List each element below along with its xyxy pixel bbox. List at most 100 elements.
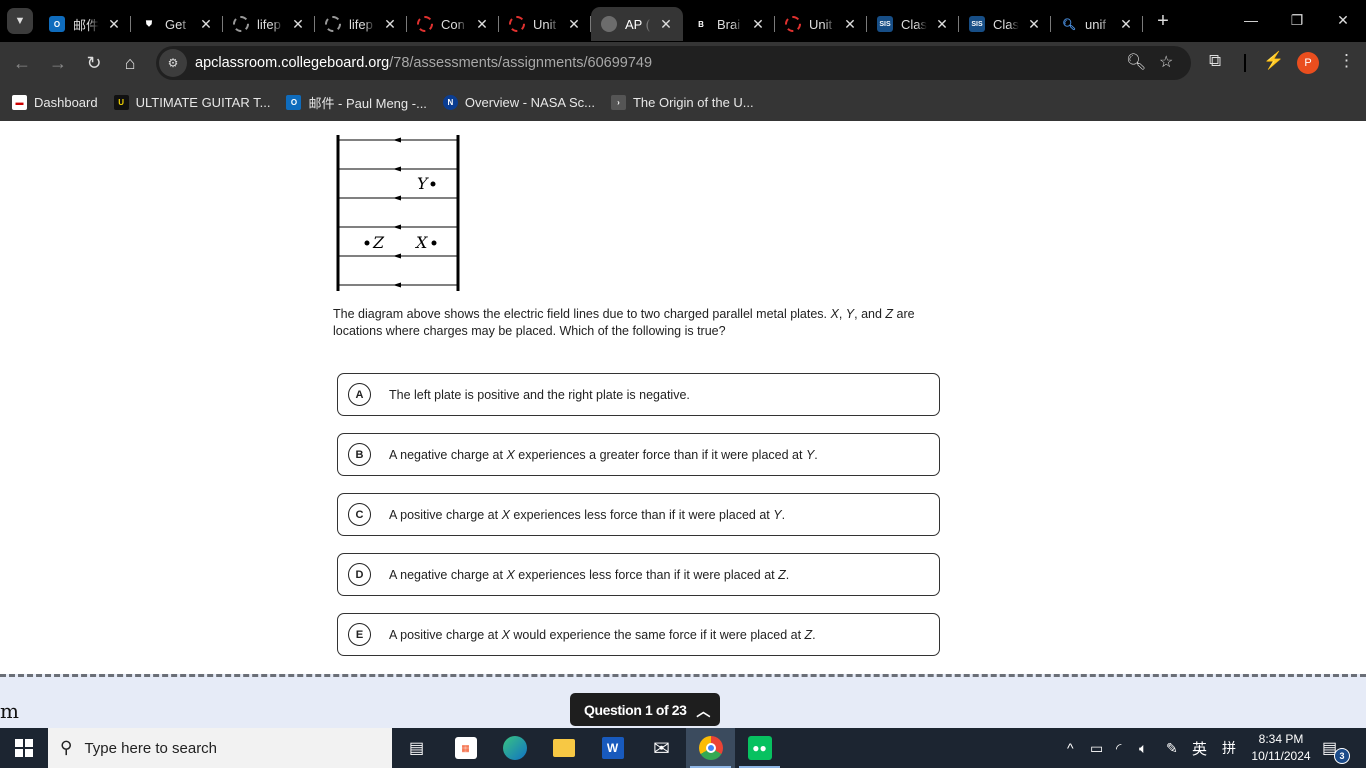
browser-tab[interactable]: lifep ✕ [223,7,315,41]
bookmark-icon: › [610,95,626,110]
taskbar-word[interactable]: W [588,728,637,768]
minimize-button[interactable]: — [1228,0,1274,40]
taskbar-store[interactable]: ▦ [441,728,490,768]
outlook-icon: O [49,16,65,32]
notifications-button[interactable]: ▤ 3 [1322,738,1350,764]
extensions-icon[interactable]: ⧉ [1209,51,1221,71]
close-tab-icon[interactable]: ✕ [291,16,305,33]
choice-text-part: A negative charge at [389,567,507,582]
task-view-button[interactable]: ▤ [392,728,441,768]
field-line [338,195,458,201]
arrow-right-icon: → [49,52,67,73]
browser-tab[interactable]: SIS Clas ✕ [867,7,959,41]
show-hidden-icons[interactable]: ^ [1067,728,1074,768]
bookmark-item[interactable]: U ULTIMATE GUITAR T... [113,95,270,110]
globe-icon [601,16,617,32]
browser-tab[interactable]: lifep ✕ [315,7,407,41]
bookmark-item[interactable]: O 邮件 - Paul Meng -... [286,93,427,112]
choice-letter-badge: D [348,563,371,586]
taskbar-file-explorer[interactable] [539,728,588,768]
close-tab-icon[interactable]: ✕ [935,16,949,33]
tab-title: Unit [809,16,833,32]
restore-button[interactable]: ❐ [1274,0,1320,40]
variable: X [501,507,510,522]
point-z [364,240,370,246]
reload-button[interactable]: ↻ [76,45,112,81]
taskbar-wechat[interactable]: ●● [735,728,784,768]
tab-search-button[interactable]: ▼ [7,8,33,34]
zoom-icon[interactable]: 🔍︎ [1126,52,1146,72]
tab-title: Clas [901,16,927,32]
site-info-icon[interactable]: ⚙ [159,49,187,77]
close-tab-icon[interactable]: ✕ [107,16,121,33]
forward-button[interactable]: → [40,45,76,81]
battery-icon[interactable]: ▭ [1090,728,1103,768]
taskbar-search-box[interactable]: ⚲ Type here to search [48,728,392,768]
browser-tab[interactable]: 🔍︎ unif ✕ [1051,7,1143,41]
brainly-icon: B [698,19,704,29]
bookmark-star-icon[interactable]: ☆ [1159,52,1173,72]
pen-icon[interactable]: ✎ [1166,728,1178,768]
browser-tab[interactable]: Unit ✕ [499,7,591,41]
chevron-up-icon: ︿ [696,703,710,719]
variable: Y [773,507,782,522]
close-tab-icon[interactable]: ✕ [1027,16,1041,33]
acorn-icon: ⛊ [146,19,152,28]
close-window-button[interactable]: ✕ [1320,0,1366,40]
bookmark-item[interactable]: › The Origin of the U... [610,95,754,110]
question-navigator-button[interactable]: Question 1 of 23 ︿ [570,693,720,726]
ime-mode-indicator[interactable]: 拼 [1222,728,1236,768]
browser-tab[interactable]: ⛊ Get ✕ [131,7,223,41]
chrome-icon [698,736,723,760]
taskbar-edge[interactable] [490,728,539,768]
edge-icon [502,736,527,760]
close-tab-icon[interactable]: ✕ [383,16,397,33]
close-tab-icon[interactable]: ✕ [567,16,581,33]
url-path: /78/assessments/assignments/60699749 [389,55,653,71]
close-tab-icon[interactable]: ✕ [1119,16,1133,33]
profile-avatar[interactable]: P [1297,52,1319,74]
wifi-icon[interactable]: ◜ [1116,728,1121,768]
back-button[interactable]: ← [4,45,40,81]
close-tab-icon[interactable]: ✕ [843,16,857,33]
browser-tab[interactable]: Con ✕ [407,7,499,41]
browser-tab[interactable]: B Brai ✕ [683,7,775,41]
browser-tab[interactable]: Unit ✕ [775,7,867,41]
toolbar-divider [1244,54,1246,72]
address-bar[interactable]: ⚙ apclassroom.collegeboard.org/78/assess… [156,46,1191,80]
choice-letter-badge: B [348,443,371,466]
bookmark-item[interactable]: N Overview - NASA Sc... [442,95,595,110]
tab-title: Unit [533,16,557,32]
new-tab-button[interactable]: + [1151,10,1175,33]
browser-tab[interactable]: AP ( ✕ [591,7,683,41]
taskbar-mail[interactable]: ✉ [637,728,686,768]
taskbar-chrome[interactable] [686,728,735,768]
answer-choice-a[interactable]: A The left plate is positive and the righ… [337,373,940,416]
choice-text-part: experiences a greater force than if it w… [514,447,806,462]
close-tab-icon[interactable]: ✕ [199,16,213,33]
tab-title: AP ( [625,16,651,32]
url-text[interactable]: apclassroom.collegeboard.org/78/assessme… [195,55,652,71]
choice-text-part: . [814,447,818,462]
performance-leaf-icon[interactable]: ⚡ [1263,51,1284,71]
start-button[interactable] [0,728,48,768]
bookmark-label: Overview - NASA Sc... [464,95,595,110]
close-tab-icon[interactable]: ✕ [659,16,673,33]
answer-choice-e[interactable]: E A positive charge at X would experience… [337,613,940,656]
menu-kebab-icon[interactable]: ⋮ [1338,51,1355,71]
tab-title: Clas [993,16,1019,32]
answer-choice-c[interactable]: C A positive charge at X experiences less… [337,493,940,536]
answer-choice-b[interactable]: B A negative charge at X experiences a gr… [337,433,940,476]
answer-choice-d[interactable]: D A negative charge at X experiences less… [337,553,940,596]
ime-language-indicator[interactable]: 英 [1192,728,1207,768]
task-view-icon: ▤ [408,740,425,757]
browser-tab[interactable]: SIS Clas ✕ [959,7,1051,41]
clock[interactable]: 8:34 PM 10/11/2024 [1243,731,1319,765]
home-button[interactable]: ⌂ [112,45,148,81]
field-line [338,224,458,230]
close-tab-icon[interactable]: ✕ [751,16,765,33]
volume-icon[interactable]: 🔈︎ [1139,728,1147,768]
browser-tab[interactable]: O 邮件 ✕ [39,7,131,41]
bookmark-item[interactable]: ▬ Dashboard [12,95,98,110]
close-tab-icon[interactable]: ✕ [475,16,489,33]
